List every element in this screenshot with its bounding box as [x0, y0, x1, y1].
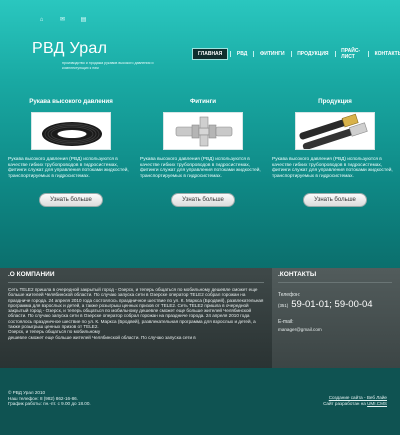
- contacts-section: .КОНТАКТЫ Телефон: (351) 59-01-01; 59-00…: [272, 268, 400, 368]
- column-products: Продукция Рукава высокого давления (РВД)…: [272, 98, 398, 207]
- home-icon[interactable]: ⌂: [38, 17, 45, 23]
- products-image: [295, 112, 375, 150]
- top-icons: ⌂ ✉ ▤: [38, 17, 87, 23]
- site-creator-link[interactable]: Создание сайта - Веб Лайе: [329, 395, 387, 400]
- sitemap-icon[interactable]: ▤: [80, 17, 87, 23]
- site-logo[interactable]: РВД Урал: [32, 40, 107, 58]
- phone-number: 59-01-01; 59-00-04: [291, 299, 373, 310]
- learn-more-button[interactable]: Узнать больше: [39, 192, 103, 207]
- phone-row: (351) 59-01-01; 59-00-04: [272, 298, 400, 310]
- column-hoses: Рукава высокого давления Рукава высокого…: [8, 98, 134, 207]
- nav-item-rvd[interactable]: РВД: [233, 49, 251, 59]
- nav-item-contacts[interactable]: КОНТАКТЫ: [371, 49, 400, 59]
- nav-item-price-list[interactable]: ПРАЙС-ЛИСТ: [337, 46, 366, 62]
- fittings-image: [163, 112, 243, 150]
- footer-credits: Создание сайта - Веб Лайе Сайт разработа…: [323, 395, 387, 406]
- nav-separator: [253, 51, 254, 57]
- nav-separator: [367, 51, 369, 57]
- column-title: Рукава высокого давления: [29, 98, 113, 105]
- column-title: Фитинги: [189, 98, 217, 105]
- bottom-area: .О КОМПАНИИ Сеть TELE2 пришла в очередно…: [0, 268, 400, 435]
- learn-more-button[interactable]: Узнать больше: [303, 192, 367, 207]
- email-address[interactable]: manager@gmail.com: [272, 325, 400, 332]
- about-title: .О КОМПАНИИ: [8, 271, 55, 278]
- nav-item-fittings[interactable]: ФИТИНГИ: [256, 49, 289, 59]
- site-tagline: производство и продажа рукавов высокого …: [62, 61, 154, 70]
- nav-separator: [334, 51, 336, 57]
- header-area: ⌂ ✉ ▤ РВД Урал производство и продажа ру…: [0, 0, 400, 268]
- column-title: Продукция: [318, 98, 352, 105]
- main-nav: ГЛАВНАЯ РВД ФИТИНГИ ПРОДУКЦИЯ ПРАЙС-ЛИСТ…: [192, 46, 400, 62]
- cms-prefix: Сайт разработан на: [323, 400, 368, 406]
- column-fittings: Фитинги Рукава высокого давления (РВД) и…: [140, 98, 266, 207]
- work-hours: График работы: пн.-пт. с 9.00 до 18.00.: [8, 401, 91, 407]
- about-section: .О КОМПАНИИ Сеть TELE2 пришла в очередно…: [0, 268, 272, 368]
- nav-separator: [230, 51, 231, 57]
- mail-icon[interactable]: ✉: [59, 17, 66, 23]
- nav-item-products[interactable]: ПРОДУКЦИЯ: [293, 49, 332, 59]
- hose-coil-image: [31, 112, 111, 150]
- email-label: E-mail:: [278, 319, 294, 325]
- phone-code: (351): [278, 303, 289, 308]
- cms-link[interactable]: UMI.CMS: [367, 401, 387, 406]
- footer-info: © РВД Урал 2010 Наш телефон: 8 (982) 862…: [8, 390, 91, 407]
- nav-item-home[interactable]: ГЛАВНАЯ: [192, 48, 229, 60]
- about-text: Сеть TELE2 пришла в очередной закрытый г…: [8, 287, 264, 340]
- nav-separator: [290, 51, 292, 57]
- learn-more-button[interactable]: Узнать больше: [171, 192, 235, 207]
- phone-label: Телефон:: [278, 292, 301, 298]
- column-text: Рукава высокого давления (РВД) использую…: [272, 157, 393, 180]
- column-text: Рукава высокого давления (РВД) использую…: [140, 157, 261, 180]
- column-text: Рукава высокого давления (РВД) использую…: [8, 157, 129, 180]
- contacts-title: .КОНТАКТЫ: [278, 271, 317, 278]
